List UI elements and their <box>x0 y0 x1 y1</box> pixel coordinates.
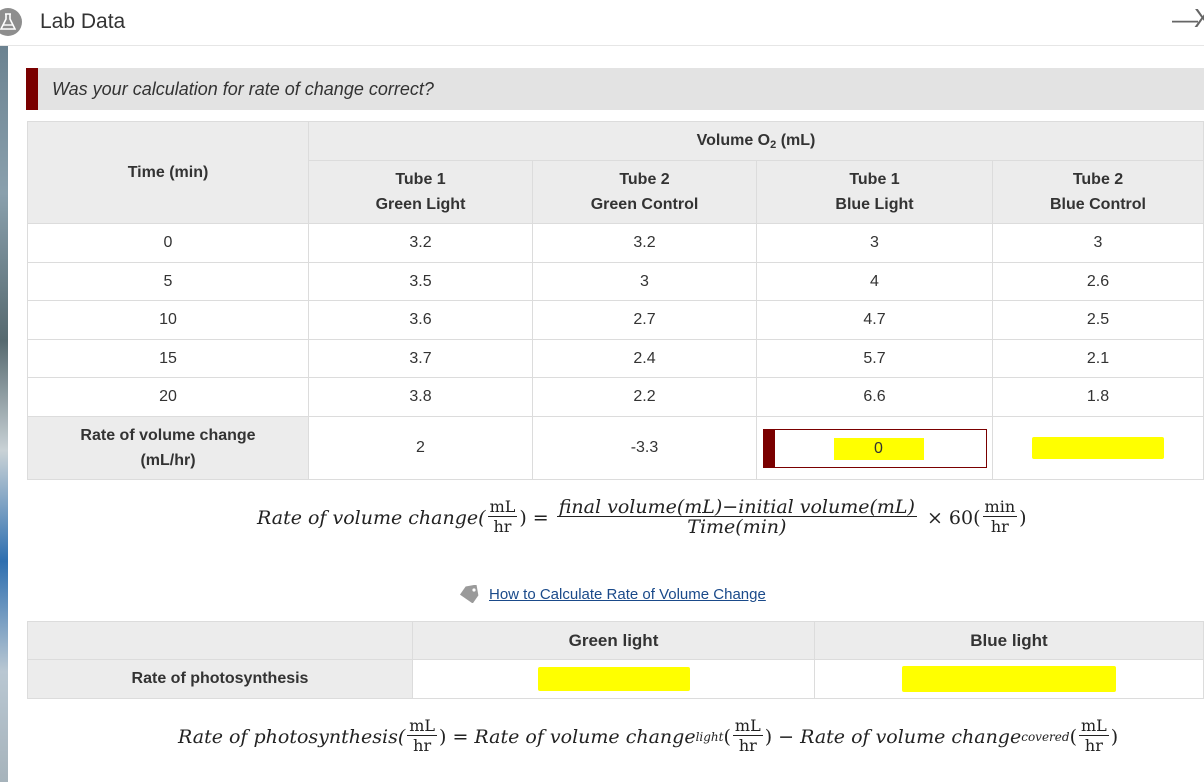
error-marker <box>762 428 775 468</box>
unit-fraction: mL hr <box>1079 716 1109 755</box>
tag-icon <box>459 585 479 603</box>
close-button[interactable]: X <box>1194 5 1204 31</box>
value-cell: 4.7 <box>756 300 993 340</box>
highlight-mark <box>902 666 1116 692</box>
rate-value-tube1-green: 2 <box>308 416 533 480</box>
time-cell: 20 <box>27 377 309 417</box>
unit-fraction: mL hr <box>487 497 518 536</box>
table-row: 20 3.8 2.2 6.6 1.8 <box>27 377 1204 417</box>
col-header-blue-light: Blue light <box>814 621 1204 660</box>
value-cell: 1.8 <box>992 377 1204 417</box>
value-cell: 2.2 <box>532 377 757 417</box>
rate-of-photosynthesis-formula: Rate of photosynthesis( mL hr ) = Rate of… <box>178 716 1119 756</box>
value-cell: 3 <box>756 223 993 263</box>
formula-lhs: Rate of volume change( <box>257 506 486 529</box>
table-row: 15 3.7 2.4 5.7 2.1 <box>27 339 1204 378</box>
formula-eq: ) = <box>519 506 549 529</box>
min-fraction: min hr <box>982 497 1018 536</box>
highlight-mark <box>537 667 690 691</box>
table-row: 0 3.2 3.2 3 3 <box>27 223 1204 263</box>
time-header: Time (min) <box>27 121 309 224</box>
value-cell: 4 <box>756 262 993 301</box>
col-header-tube2-blue: Tube 2 Blue Control <box>992 160 1204 224</box>
photo-row-label: Rate of photosynthesis <box>27 659 413 699</box>
value-cell: 6.6 <box>756 377 993 417</box>
photo-cell-green[interactable] <box>412 659 815 699</box>
value-cell: 3 <box>532 262 757 301</box>
question-text: Was your calculation for rate of change … <box>52 79 434 99</box>
value-cell: 3 <box>992 223 1204 263</box>
highlight-mark <box>1032 437 1164 459</box>
rate-input-tube1-blue[interactable]: 0 <box>762 428 987 468</box>
table-row: 5 3.5 3 4 2.6 <box>27 262 1204 301</box>
question-banner: Was your calculation for rate of change … <box>26 68 1204 110</box>
title-bar: Lab Data — X <box>0 0 1204 46</box>
col-header-tube1-blue: Tube 1 Blue Light <box>756 160 993 224</box>
value-cell: 2.6 <box>992 262 1204 301</box>
value-cell: 3.2 <box>532 223 757 263</box>
photosynthesis-table: Green light Blue light Rate of photosynt… <box>27 621 1204 699</box>
photo-corner <box>27 621 413 660</box>
unit-fraction: mL hr <box>407 716 438 755</box>
value-cell: 3.7 <box>308 339 533 378</box>
value-cell: 3.5 <box>308 262 533 301</box>
lab-data-table: Time (min) Volume O2 (mL) Tube 1 Green Li… <box>27 121 1204 480</box>
banner-accent <box>26 68 38 110</box>
time-cell: 15 <box>27 339 309 378</box>
time-cell: 10 <box>27 300 309 340</box>
time-cell: 0 <box>27 223 309 263</box>
time-cell: 5 <box>27 262 309 301</box>
value-cell: 3.8 <box>308 377 533 417</box>
value-cell: 2.5 <box>992 300 1204 340</box>
flask-icon <box>0 8 22 36</box>
photo-cell-blue[interactable] <box>814 659 1204 699</box>
value-cell: 2.4 <box>532 339 757 378</box>
help-link[interactable]: How to Calculate Rate of Volume Change <box>458 585 766 603</box>
rate-value-tube2-green: -3.3 <box>532 416 757 480</box>
unit-fraction: mL hr <box>732 716 763 755</box>
value-cell: 5.7 <box>756 339 993 378</box>
volume-header: Volume O2 (mL) <box>308 121 1204 161</box>
col-header-tube1-green: Tube 1 Green Light <box>308 160 533 224</box>
main-fraction: final volume(mL)−initial volume(mL) Time(… <box>556 496 917 538</box>
formula-lhs: Rate of photosynthesis( <box>178 725 406 748</box>
rate-input-value: 0 <box>833 437 924 460</box>
rate-row-label: Rate of volume change (mL/hr) <box>27 416 309 480</box>
background-strip <box>0 46 8 782</box>
col-header-tube2-green: Tube 2 Green Control <box>532 160 757 224</box>
rate-cell-tube2-blue[interactable] <box>992 416 1204 480</box>
rate-input-cell: 0 <box>756 416 993 480</box>
value-cell: 2.1 <box>992 339 1204 378</box>
value-cell: 3.6 <box>308 300 533 340</box>
rate-row: Rate of volume change (mL/hr) 2 -3.3 0 <box>27 416 1204 480</box>
window-title: Lab Data <box>40 10 126 33</box>
col-header-green-light: Green light <box>412 621 815 660</box>
value-cell: 3.2 <box>308 223 533 263</box>
rate-of-volume-change-formula: Rate of volume change( mL hr ) = final vo… <box>257 496 1027 538</box>
term-light: Rate of volume change <box>474 725 696 748</box>
term-covered: Rate of volume change <box>800 725 1022 748</box>
table-row: 10 3.6 2.7 4.7 2.5 <box>27 300 1204 340</box>
help-link-text[interactable]: How to Calculate Rate of Volume Change <box>489 586 766 603</box>
value-cell: 2.7 <box>532 300 757 340</box>
formula-times: × 60( <box>926 506 981 529</box>
